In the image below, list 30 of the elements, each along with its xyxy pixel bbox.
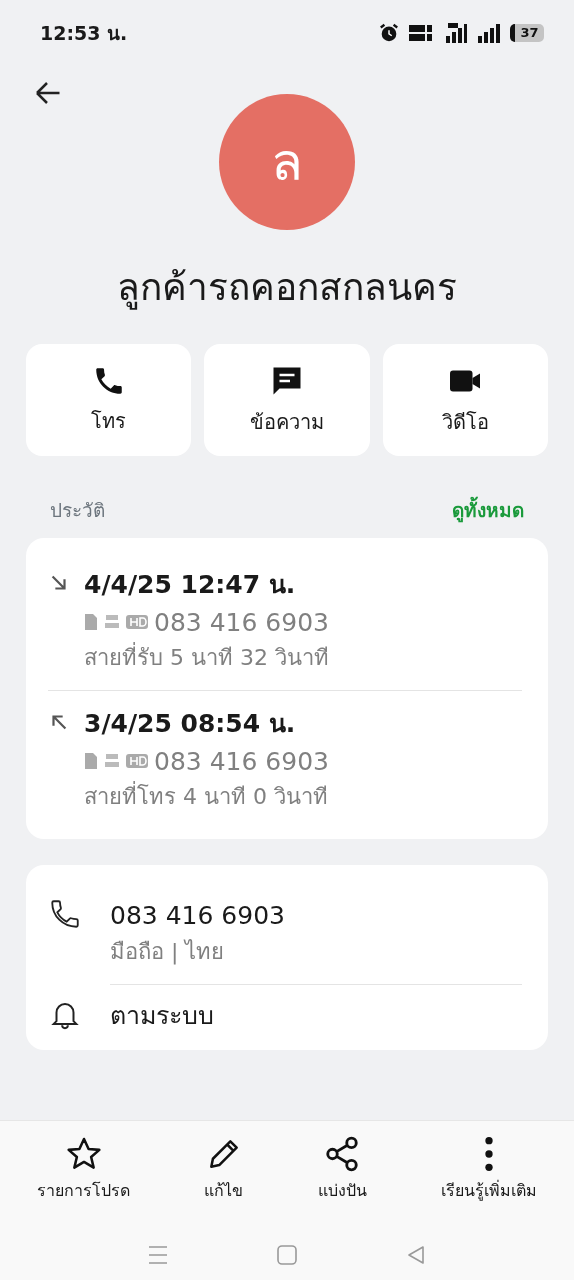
call-detail: สายที่โทร 4 นาที 0 วินาที [84,780,329,813]
detail-title: 083 416 6903 [110,900,286,932]
status-time: 12:53 น. [40,20,128,46]
more-button[interactable]: เรียนรู้เพิ่มเติม [440,1135,537,1203]
edit-button[interactable]: แก้ไข [204,1135,244,1203]
hd-icon [126,753,148,770]
favorite-button[interactable]: รายการโปรด [37,1135,131,1203]
message-button[interactable]: ข้อความ [204,343,370,456]
menu-icon[interactable] [146,1243,170,1267]
sim-card-icon [84,613,98,632]
home-icon[interactable] [275,1243,299,1267]
call-number: 083 416 6903 [154,745,329,778]
share-button[interactable]: แบ่งปัน [317,1135,367,1203]
phone-icon [48,897,82,931]
more-icon [483,1135,494,1173]
sim-card-icon [84,752,98,771]
video-button[interactable]: วิดีโอ [382,343,548,456]
call-datetime: 3/4/25 08:54 น. [84,708,297,740]
call-button[interactable]: โทร [26,343,192,456]
history-heading: ประวัติ [50,497,105,523]
contact-avatar: ล [219,94,355,230]
alarm-icon [378,22,400,44]
call-datetime: 4/4/25 12:47 น. [84,569,297,601]
hd-icon [126,614,148,631]
detail-title: ตามระบบ [110,999,215,1032]
contact-name: ลูกค้ารถคอกสกลนคร [116,265,458,312]
call-detail: สายที่รับ 5 นาที 32 วินาที [84,641,329,674]
call-number: 083 416 6903 [154,606,329,639]
detail-subtitle: มือถือ | ไทย [110,937,226,967]
battery-indicator: 37 [510,24,544,42]
